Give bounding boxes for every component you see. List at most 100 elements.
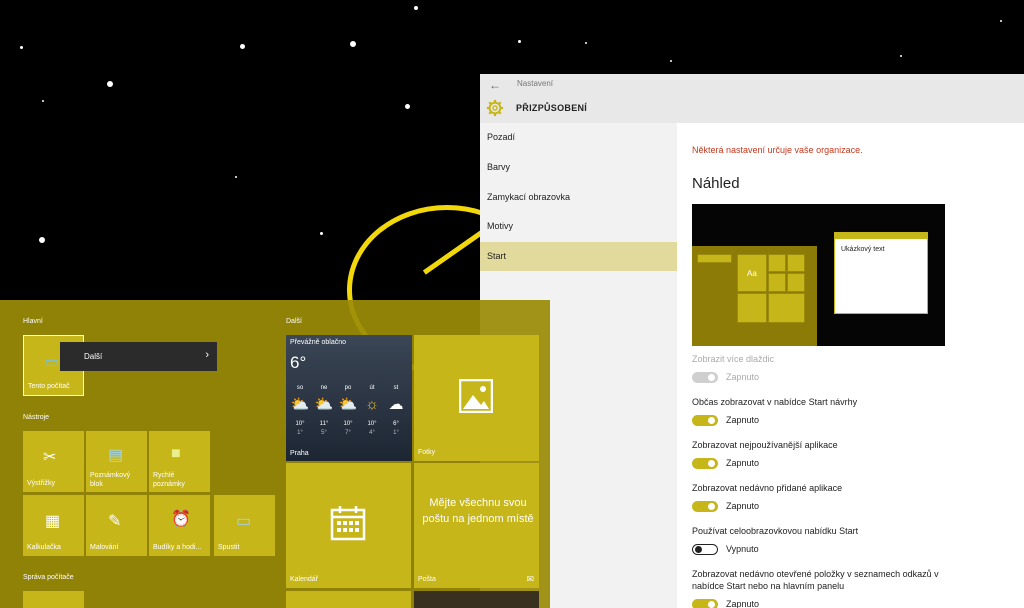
option-recent-items-label: Zobrazovat nedávno otevřené položky v se… [692, 569, 939, 579]
star [39, 237, 45, 243]
option-recent-items-toggle[interactable] [692, 599, 718, 608]
start-menu: Hlavní Další Nástroje Správa počítače ▭ … [0, 300, 550, 608]
preview-tile [768, 254, 786, 272]
preview-tile [768, 293, 805, 323]
weather-day: st [393, 385, 399, 391]
weather-day: út [369, 385, 375, 391]
option-fullscreen-toggle[interactable] [692, 544, 718, 555]
group-label-main: Hlavní [23, 318, 43, 325]
sticky-note-icon: ■ [171, 445, 181, 462]
tile-label: Poznámkový blok [90, 472, 131, 488]
nav-item-start[interactable]: Start [480, 242, 677, 271]
tile-snipping-tool[interactable]: ✂ Výstřižky [23, 431, 84, 492]
tile-label: Pošta [418, 576, 436, 583]
preview-window-bar [835, 233, 927, 239]
tile-mail[interactable]: Mějte všechnu svou poštu na jednom místě… [414, 463, 539, 588]
tile-label: Malování [90, 544, 119, 551]
sun-icon: ☼ [365, 396, 379, 413]
weather-high: 11° [319, 421, 329, 427]
star [235, 176, 237, 178]
tile-label: Kalendář [290, 576, 319, 583]
weather-high: 10° [367, 421, 377, 427]
calculator-icon: ▦ [45, 513, 61, 530]
group-label-more: Další [286, 318, 302, 325]
tile-partial[interactable] [23, 591, 84, 608]
run-icon: ▭ [236, 513, 252, 530]
option-more-tiles-toggle [692, 372, 718, 383]
option-recently-added-label: Zobrazovat nedávno přidané aplikace [692, 483, 843, 493]
option-suggestions-toggle[interactable] [692, 415, 718, 426]
nav-item-themes[interactable]: Motivy [480, 212, 677, 241]
org-notice: Některá nastavení určuje vaše organizace… [692, 145, 863, 155]
mail-icon: ✉ [526, 574, 534, 584]
star [518, 40, 521, 43]
star [414, 6, 418, 10]
option-most-used-toggle[interactable] [692, 458, 718, 469]
star [585, 42, 587, 44]
weather-condition: Převážně oblačno [290, 339, 347, 346]
option-suggestions-state: Zapnuto [726, 415, 760, 425]
preview-title: Náhled [692, 175, 740, 192]
partly-cloudy-icon: ⛅ [338, 396, 358, 413]
tile-notepad[interactable]: ▤ Poznámkový blok [86, 431, 147, 492]
tile-partial-image[interactable] [414, 591, 539, 608]
tile-photos[interactable]: Fotky [414, 335, 539, 461]
tile-label: Budíky a hodi... [153, 544, 202, 551]
option-fullscreen-label: Používat celoobrazovkovou nabídku Start [692, 526, 859, 536]
preview-sample-text: Ukázkový text [841, 246, 885, 253]
mail-promo-text: Mějte všechnu svou poštu na jednom místě [422, 497, 534, 525]
star [1000, 20, 1002, 22]
star [107, 81, 113, 87]
nav-item-lock-screen[interactable]: Zamykací obrazovka [480, 183, 677, 212]
tile-label: Kalkulačka [27, 544, 61, 551]
weather-high: 10° [343, 421, 353, 427]
back-arrow-icon[interactable]: ← [489, 77, 501, 93]
tile-partial[interactable] [286, 591, 411, 608]
preview-window: Ukázkový text [834, 232, 928, 314]
preview-tile [737, 293, 767, 323]
tile-alarms[interactable]: ⏰ Budíky a hodi... [149, 495, 210, 556]
preview-start-menu: Aa [692, 246, 817, 346]
preview-tile-text: Aa [747, 269, 757, 278]
option-recently-added-toggle[interactable] [692, 501, 718, 512]
nav-item-background[interactable]: Pozadí [480, 123, 677, 152]
tile-label: Rychlé poznámky [153, 472, 185, 488]
weather-low: 1° [393, 430, 399, 436]
weather-low: 5° [321, 430, 327, 436]
tile-calculator[interactable]: ▦ Kalkulačka [23, 495, 84, 556]
option-recent-items-label-line2: nabídce Start nebo na hlavním panelu [692, 581, 845, 591]
alarm-clock-icon: ⏰ [171, 511, 191, 528]
option-most-used-label: Zobrazovat nejpoužívanější aplikace [692, 440, 838, 450]
group-label-tools: Nástroje [23, 414, 50, 421]
weather-low: 7° [345, 430, 351, 436]
window-title: Nastavení [517, 79, 554, 88]
tile-calendar[interactable]: Kalendář [286, 463, 411, 588]
star [350, 41, 356, 47]
partly-cloudy-icon: ⛅ [290, 396, 310, 413]
star [670, 60, 672, 62]
gear-icon [486, 99, 504, 117]
star [320, 232, 323, 235]
tile-paint[interactable]: ✎ Malování [86, 495, 147, 556]
star [240, 44, 245, 49]
tile-weather[interactable]: Převážně oblačno 6° so ⛅ 10° 1° ne ⛅ 11°… [286, 335, 412, 461]
tile-run[interactable]: ▭ Spustit [214, 495, 275, 556]
star [20, 46, 23, 49]
weather-day: so [296, 385, 304, 391]
weather-low: 1° [297, 430, 303, 436]
preview-tile [697, 254, 732, 263]
tile-sticky-notes[interactable]: ■ Rychlé poznámky [149, 431, 210, 492]
settings-content: Některá nastavení určuje vaše organizace… [677, 123, 1024, 608]
context-menu-item-more[interactable]: Další [84, 352, 102, 361]
context-menu[interactable]: Další › [60, 342, 217, 371]
nav-item-colors[interactable]: Barvy [480, 153, 677, 182]
settings-window: ← Nastavení PŘIZPŮSOBENÍ Pozadí Barvy Za… [480, 74, 1024, 608]
preview-tile [787, 273, 805, 292]
weather-day: po [344, 385, 352, 391]
page-title: PŘIZPŮSOBENÍ [516, 103, 588, 113]
option-most-used-state: Zapnuto [726, 458, 760, 468]
star [42, 100, 44, 102]
palette-icon: ✎ [108, 513, 122, 530]
option-recently-added-state: Zapnuto [726, 501, 760, 511]
option-fullscreen-state: Vypnuto [726, 544, 759, 554]
